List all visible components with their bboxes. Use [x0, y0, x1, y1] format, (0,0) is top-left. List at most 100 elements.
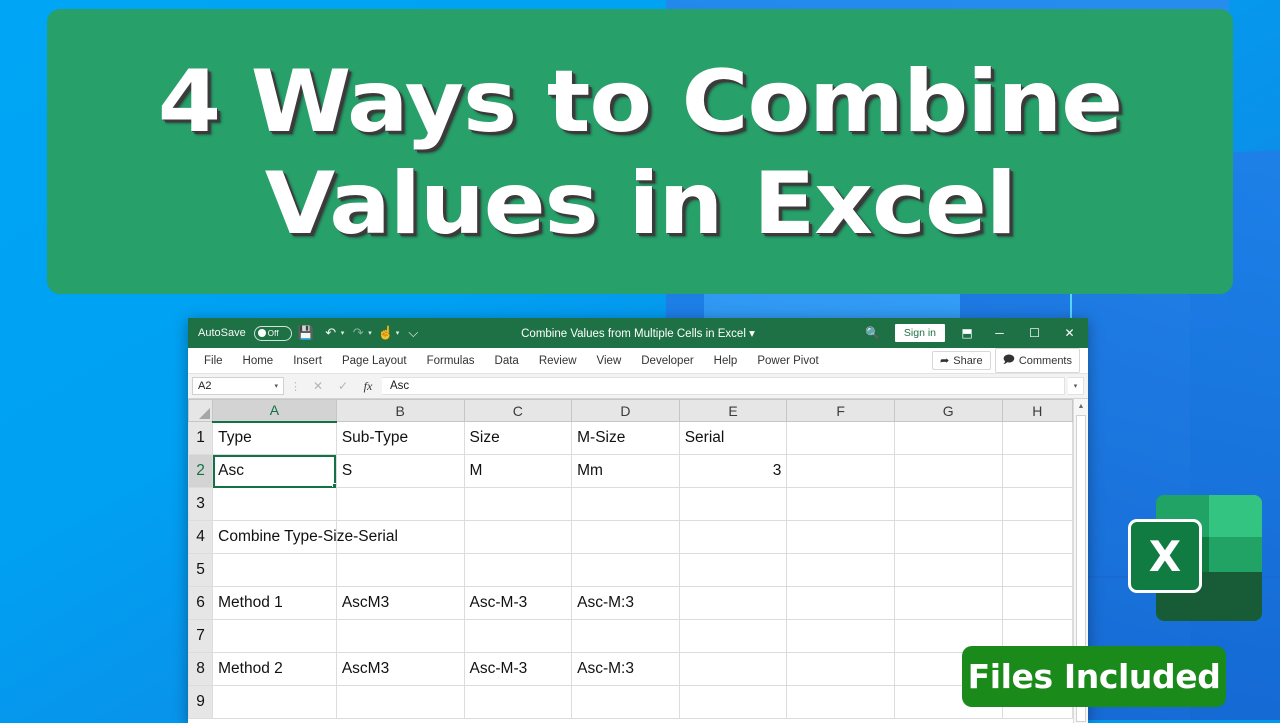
- autosave-toggle[interactable]: Off: [253, 325, 292, 341]
- scroll-up-arrow-icon[interactable]: ▲: [1074, 399, 1088, 414]
- formula-input[interactable]: Asc: [382, 377, 1065, 395]
- cell-b7[interactable]: [335, 619, 465, 653]
- cell-h3[interactable]: [1001, 487, 1073, 521]
- cell-e5[interactable]: [678, 553, 788, 587]
- touch-chevron-down-icon[interactable]: ▾: [396, 329, 400, 337]
- cell-h6[interactable]: [1001, 586, 1073, 620]
- comments-button[interactable]: 🗩 Comments: [994, 348, 1080, 373]
- cell-h1[interactable]: [1001, 421, 1073, 455]
- insert-function-icon[interactable]: fx: [357, 379, 379, 394]
- cell-c1[interactable]: Size: [463, 421, 573, 455]
- cell-c9[interactable]: [463, 685, 573, 719]
- cell-f5[interactable]: [786, 553, 895, 587]
- cancel-icon[interactable]: ✕: [307, 379, 329, 393]
- tab-file[interactable]: File: [194, 351, 233, 371]
- cell-e9[interactable]: [678, 685, 788, 719]
- enter-icon[interactable]: ✓: [332, 379, 354, 393]
- row-header-4[interactable]: 4: [188, 520, 214, 554]
- row-header-6[interactable]: 6: [188, 586, 214, 620]
- cell-f4[interactable]: [786, 520, 895, 554]
- cell-a5[interactable]: [212, 553, 337, 587]
- row-header-9[interactable]: 9: [188, 685, 214, 719]
- cell-a1[interactable]: Type: [212, 421, 337, 455]
- cell-g5[interactable]: [893, 553, 1003, 587]
- cell-c3[interactable]: [463, 487, 573, 521]
- cell-g6[interactable]: [893, 586, 1003, 620]
- cell-e2[interactable]: 3: [678, 454, 788, 488]
- cell-d1[interactable]: M-Size: [571, 421, 680, 455]
- cell-c4[interactable]: [463, 520, 573, 554]
- cell-d5[interactable]: [571, 553, 680, 587]
- cell-f6[interactable]: [786, 586, 895, 620]
- cell-b8[interactable]: AscM3: [335, 652, 465, 686]
- cell-b6[interactable]: AscM3: [335, 586, 465, 620]
- cell-e8[interactable]: [678, 652, 788, 686]
- cell-g2[interactable]: [893, 454, 1003, 488]
- column-header-h[interactable]: H: [1001, 399, 1073, 422]
- column-header-a[interactable]: A: [212, 399, 337, 423]
- cell-b3[interactable]: [335, 487, 465, 521]
- tab-power-pivot[interactable]: Power Pivot: [747, 351, 828, 371]
- cell-d3[interactable]: [571, 487, 680, 521]
- minimize-button[interactable]: ─: [983, 319, 1016, 347]
- name-box-chevron-down-icon[interactable]: ▾: [274, 382, 278, 390]
- cell-f8[interactable]: [786, 652, 895, 686]
- cell-f7[interactable]: [786, 619, 895, 653]
- cell-e6[interactable]: [678, 586, 788, 620]
- tab-home[interactable]: Home: [233, 351, 284, 371]
- tab-view[interactable]: View: [587, 351, 632, 371]
- cell-h2[interactable]: [1001, 454, 1073, 488]
- cell-h5[interactable]: [1001, 553, 1073, 587]
- row-header-1[interactable]: 1: [188, 421, 214, 455]
- ribbon-display-options-icon[interactable]: ⬒: [953, 320, 981, 346]
- cell-c6[interactable]: Asc-M-3: [463, 586, 573, 620]
- cell-a7[interactable]: [212, 619, 337, 653]
- tab-insert[interactable]: Insert: [283, 351, 332, 371]
- row-header-8[interactable]: 8: [188, 652, 214, 686]
- tab-data[interactable]: Data: [485, 351, 529, 371]
- cell-c2[interactable]: M: [463, 454, 573, 488]
- cell-c8[interactable]: Asc-M-3: [463, 652, 573, 686]
- cell-h4[interactable]: [1001, 520, 1073, 554]
- row-header-3[interactable]: 3: [188, 487, 214, 521]
- cell-b9[interactable]: [335, 685, 465, 719]
- cell-c7[interactable]: [463, 619, 573, 653]
- cell-d8[interactable]: Asc-M:3: [571, 652, 680, 686]
- undo-chevron-down-icon[interactable]: ▾: [341, 329, 345, 337]
- cell-d4[interactable]: [571, 520, 680, 554]
- cell-b1[interactable]: Sub-Type: [335, 421, 465, 455]
- select-all-corner[interactable]: [188, 399, 214, 422]
- touch-mode-icon[interactable]: ☝: [375, 322, 397, 344]
- close-button[interactable]: ✕: [1053, 319, 1086, 347]
- cell-b5[interactable]: [335, 553, 465, 587]
- cell-d6[interactable]: Asc-M:3: [571, 586, 680, 620]
- column-header-b[interactable]: B: [335, 399, 465, 422]
- cell-a2[interactable]: Asc: [212, 454, 337, 488]
- cell-f9[interactable]: [786, 685, 895, 719]
- tab-page-layout[interactable]: Page Layout: [332, 351, 417, 371]
- cell-a9[interactable]: [212, 685, 337, 719]
- row-header-7[interactable]: 7: [188, 619, 214, 653]
- document-title-chevron-down-icon[interactable]: ▾: [749, 328, 755, 340]
- cell-a8[interactable]: Method 2: [212, 652, 337, 686]
- tab-developer[interactable]: Developer: [631, 351, 703, 371]
- sign-in-button[interactable]: Sign in: [894, 324, 945, 342]
- cell-g4[interactable]: [893, 520, 1003, 554]
- cell-f3[interactable]: [786, 487, 895, 521]
- name-box[interactable]: A2 ▾: [192, 377, 284, 395]
- cell-c5[interactable]: [463, 553, 573, 587]
- cell-g3[interactable]: [893, 487, 1003, 521]
- column-header-d[interactable]: D: [571, 399, 680, 422]
- cell-e3[interactable]: [678, 487, 788, 521]
- worksheet-grid[interactable]: A B C D E F G H 1 Type Sub-Type Size M-S…: [188, 399, 1073, 723]
- tab-formulas[interactable]: Formulas: [417, 351, 485, 371]
- maximize-button[interactable]: ☐: [1018, 319, 1051, 347]
- cell-a3[interactable]: [212, 487, 337, 521]
- cell-d7[interactable]: [571, 619, 680, 653]
- cell-a4[interactable]: Combine Type-Size-Serial: [212, 520, 398, 554]
- search-icon[interactable]: 🔍: [859, 320, 887, 346]
- column-header-f[interactable]: F: [786, 399, 895, 422]
- redo-chevron-down-icon[interactable]: ▾: [368, 329, 372, 337]
- cell-d9[interactable]: [571, 685, 680, 719]
- cell-d2[interactable]: Mm: [571, 454, 680, 488]
